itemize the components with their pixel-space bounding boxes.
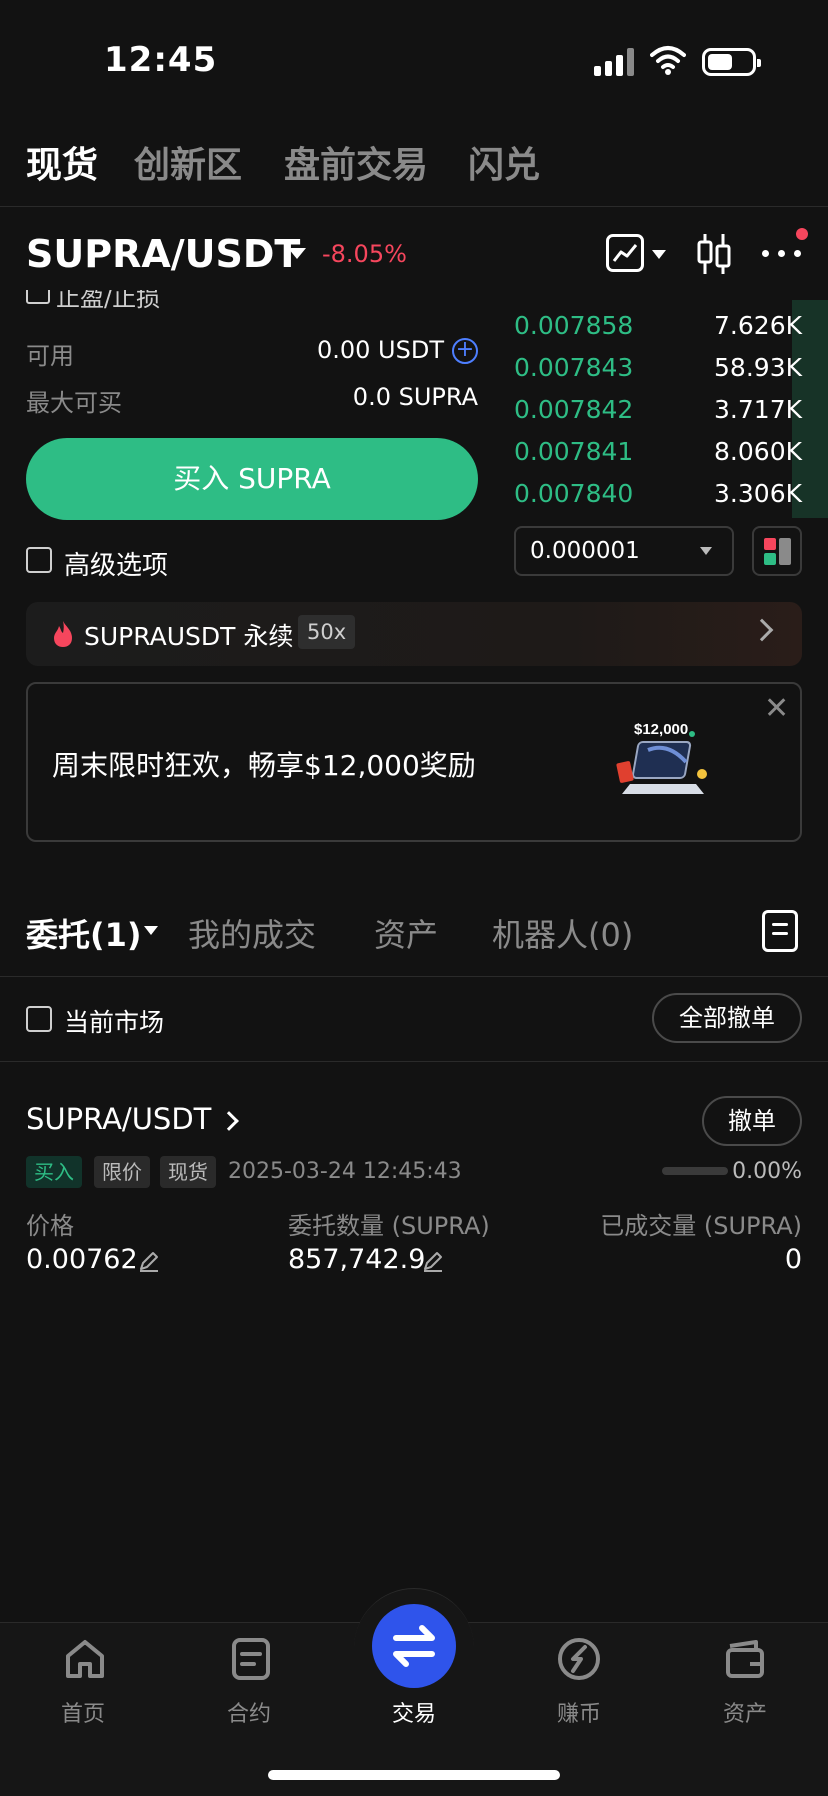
- battery-icon: [702, 48, 761, 76]
- futures-icon[interactable]: [226, 1634, 276, 1684]
- flame-icon: [54, 621, 72, 647]
- pair-selector[interactable]: SUPRA/USDT: [26, 232, 300, 276]
- chevron-down-icon[interactable]: [144, 926, 158, 935]
- current-market-label: 当前市场: [64, 1008, 165, 1037]
- header-divider: [0, 206, 828, 207]
- home-icon[interactable]: [60, 1634, 110, 1684]
- order-history-icon[interactable]: [762, 910, 798, 952]
- tab-spot[interactable]: 现货: [26, 136, 98, 188]
- tab-premarket[interactable]: 盘前交易: [284, 136, 428, 188]
- bid-price[interactable]: 0.007842: [514, 395, 633, 424]
- wifi-icon: [650, 46, 686, 75]
- order-amount: 857,742.9: [288, 1244, 426, 1275]
- nav-trade[interactable]: 交易: [364, 1696, 464, 1728]
- filled-amount: 0: [784, 1244, 802, 1275]
- promo-text: 周末限时狂欢，畅享$12,000奖励: [52, 749, 476, 782]
- price-label: 价格: [26, 1212, 74, 1240]
- tab-my-trades[interactable]: 我的成交: [188, 910, 316, 956]
- cancel-all-button[interactable]: 全部撤单: [652, 993, 802, 1043]
- bid-price[interactable]: 0.007840: [514, 479, 633, 508]
- bid-quantity: 7.626K: [714, 311, 802, 340]
- current-market-checkbox[interactable]: [26, 1006, 52, 1032]
- edit-icon[interactable]: [422, 1250, 444, 1272]
- price-change: -8.05%: [322, 240, 407, 268]
- orderbook-layout-icon[interactable]: [752, 526, 802, 576]
- bid-quantity: 58.93K: [714, 353, 802, 382]
- fill-percentage: 0.00%: [732, 1159, 802, 1184]
- order-price: 0.00762: [26, 1244, 138, 1275]
- deposit-plus-icon[interactable]: +: [452, 338, 478, 364]
- advanced-options-checkbox[interactable]: [26, 547, 52, 573]
- earn-icon[interactable]: [554, 1634, 604, 1684]
- max-buy-label: 最大可买: [26, 389, 122, 417]
- candlestick-icon[interactable]: [696, 232, 732, 276]
- trade-swap-icon[interactable]: [372, 1604, 456, 1688]
- tab-open-orders[interactable]: 委托(1): [26, 910, 142, 956]
- nav-assets[interactable]: 资产: [695, 1696, 795, 1728]
- close-icon[interactable]: ✕: [764, 694, 789, 724]
- max-buy-value: 0.0 SUPRA: [352, 383, 478, 411]
- order-type-tag: 限价: [94, 1156, 150, 1188]
- fill-progress-bar: [662, 1167, 728, 1175]
- available-label: 可用: [26, 342, 74, 370]
- filled-label: 已成交量 (SUPRA): [600, 1212, 802, 1240]
- laptop-reward-illustration: $12,000: [616, 721, 707, 794]
- notification-dot: [796, 228, 808, 240]
- bid-quantity: 3.717K: [714, 395, 802, 424]
- order-time: 2025-03-24 12:45:43: [228, 1159, 462, 1184]
- edit-icon[interactable]: [138, 1250, 160, 1272]
- tab-innovation-zone[interactable]: 创新区: [134, 136, 242, 188]
- chevron-down-icon[interactable]: [288, 248, 306, 259]
- bid-price[interactable]: 0.007858: [514, 311, 633, 340]
- market-type-tag: 现货: [160, 1156, 216, 1188]
- chevron-down-icon: [700, 547, 712, 555]
- more-icon[interactable]: [762, 250, 802, 258]
- side-tag: 买入: [26, 1156, 82, 1188]
- leverage-badge: 50x: [298, 615, 356, 649]
- buy-button[interactable]: 买入 SUPRA: [26, 438, 478, 520]
- status-time: 12:45: [104, 40, 218, 80]
- amount-label: 委托数量 (SUPRA): [288, 1212, 490, 1240]
- home-indicator: [268, 1770, 560, 1780]
- available-value: 0.00 USDT: [316, 336, 444, 364]
- order-pair[interactable]: SUPRA/USDT: [26, 1102, 211, 1136]
- tab-flash-swap[interactable]: 闪兑: [468, 136, 540, 188]
- nav-earn[interactable]: 赚币: [529, 1696, 629, 1728]
- nav-futures[interactable]: 合约: [199, 1696, 299, 1728]
- tabs-divider: [0, 976, 828, 977]
- wallet-icon[interactable]: [720, 1634, 770, 1684]
- tab-bots[interactable]: 机器人(0): [492, 910, 633, 956]
- take-profit-stop-loss-option[interactable]: 止盈/止损: [26, 290, 176, 314]
- cancel-order-button[interactable]: 撤单: [702, 1096, 802, 1146]
- nav-home[interactable]: 首页: [33, 1696, 133, 1728]
- precision-value: 0.000001: [530, 538, 640, 564]
- filter-divider: [0, 1061, 828, 1062]
- advanced-options-label: 高级选项: [64, 551, 169, 581]
- chart-icon[interactable]: [606, 234, 644, 272]
- bid-quantity: 3.306K: [714, 479, 802, 508]
- chart-dropdown-icon[interactable]: [652, 250, 666, 259]
- cellular-signal-icon: [594, 48, 634, 76]
- svg-text:$12,000: $12,000: [634, 721, 688, 738]
- perpetual-label: SUPRAUSDT 永续: [84, 622, 294, 651]
- bid-price[interactable]: 0.007843: [514, 353, 633, 382]
- bid-quantity: 8.060K: [714, 437, 802, 466]
- bid-price[interactable]: 0.007841: [514, 437, 633, 466]
- tab-assets[interactable]: 资产: [374, 910, 438, 956]
- chevron-right-icon[interactable]: [219, 1111, 239, 1131]
